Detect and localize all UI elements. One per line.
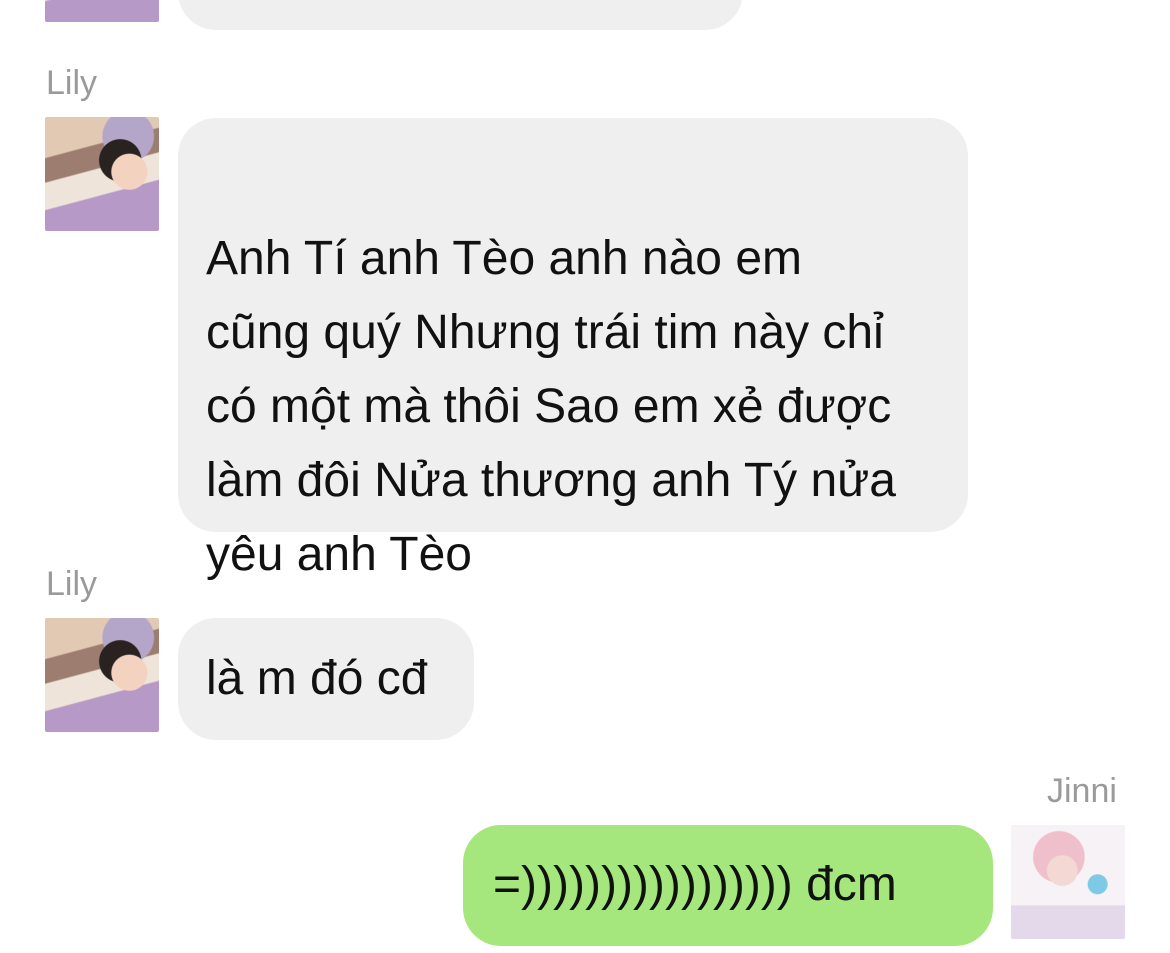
avatar[interactable] xyxy=(1011,825,1125,939)
avatar[interactable] xyxy=(45,0,159,22)
chat-thread[interactable]: Lily Anh Tí anh Tèo anh nào em cũng quý … xyxy=(0,0,1170,953)
sender-name: Jinni xyxy=(1047,772,1117,810)
message-bubble[interactable]: Anh Tí anh Tèo anh nào em cũng quý Nhưng… xyxy=(178,118,968,581)
sender-name: Lily xyxy=(46,64,98,102)
avatar[interactable] xyxy=(45,618,159,732)
message-bubble[interactable]: là m đó cđ xyxy=(178,618,474,740)
sender-name: Lily xyxy=(46,565,98,603)
message-bubble[interactable] xyxy=(178,0,743,30)
message-text: là m đó cđ xyxy=(206,652,428,705)
message-text: =))))))))))))))))) đcm xyxy=(493,858,897,911)
avatar[interactable] xyxy=(45,117,159,231)
message-text: Anh Tí anh Tèo anh nào em cũng quý Nhưng… xyxy=(206,232,896,581)
message-bubble[interactable]: =))))))))))))))))) đcm xyxy=(463,825,993,946)
